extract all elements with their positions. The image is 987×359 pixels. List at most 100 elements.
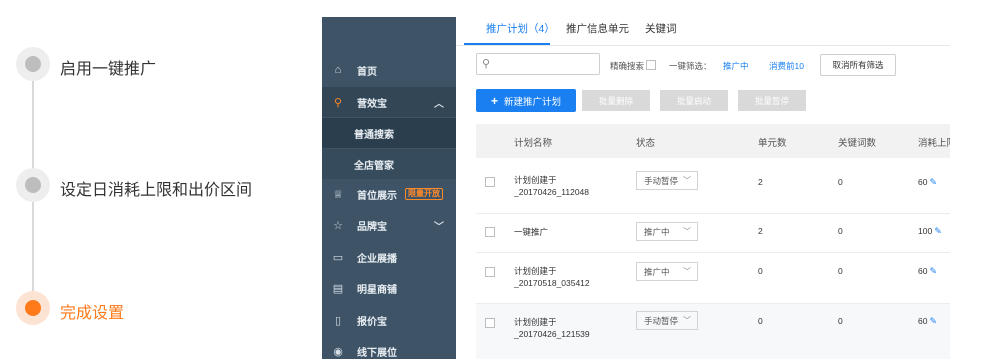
edit-pencil-icon[interactable]: ✎: [934, 226, 942, 236]
row-checkbox[interactable]: [485, 267, 495, 277]
plan-name-line1: 计划创建于: [514, 317, 557, 327]
keyword-count: 0: [838, 266, 843, 276]
sidebar-item-enterprise-broadcast[interactable]: ▭ 企业展播: [322, 242, 456, 272]
table-row: 计划创建于 _20170426_121539 手动暂停 ﹀ 0 0 60 ✎: [476, 304, 950, 359]
plan-name-line1: 一键推广: [514, 227, 549, 237]
header-status: 状态: [636, 138, 656, 149]
sidebar-item-offline-booth[interactable]: ◉ 线下展位: [322, 336, 456, 359]
step-3-dot-icon: [16, 291, 50, 325]
sidebar-item-top-display[interactable]: ♕ 首位展示 限量开放: [322, 179, 456, 209]
sidebar-item-home[interactable]: ⌂ 首页: [322, 55, 456, 85]
status-select[interactable]: 推广中 ﹀: [636, 262, 698, 281]
plan-name[interactable]: 计划创建于 _20170426_121539: [514, 316, 590, 340]
tabs-divider: [456, 45, 950, 46]
sidebar: ⌂ 首页 ⚲ 营效宝 ︿ 普通搜索 全店管家 ♕ 首位展示 限量开放 ☆ 品牌宝…: [322, 17, 456, 359]
status-value: 手动暂停: [644, 315, 679, 326]
sidebar-item-label: 首位展示: [357, 190, 397, 202]
location-icon: ◉: [333, 345, 343, 358]
chevron-up-icon: ︿: [434, 99, 444, 110]
spend-limit: 60 ✎: [918, 316, 937, 327]
app-screenshot: ⌂ 首页 ⚲ 营效宝 ︿ 普通搜索 全店管家 ♕ 首位展示 限量开放 ☆ 品牌宝…: [322, 17, 950, 359]
sidebar-item-star-store[interactable]: ▤ 明星商铺: [322, 273, 456, 303]
limited-badge: 限量开放: [405, 188, 443, 200]
main-content: 推广计划（4） 推广信息单元 关键词 ⚲ 精确搜索 一键筛选： 推广中 消费前1…: [456, 17, 950, 359]
step-1-label: 启用一键推广: [60, 61, 157, 78]
exact-search-label: 精确搜索: [610, 61, 645, 71]
spend-limit-value: 100: [918, 226, 933, 236]
plan-name[interactable]: 一键推广: [514, 226, 548, 238]
chevron-down-icon: ﹀: [683, 267, 691, 276]
sidebar-item-label: 全店管家: [354, 160, 394, 172]
chevron-down-icon: ﹀: [683, 176, 691, 185]
brand-icon: ☆: [333, 219, 343, 232]
edit-pencil-icon[interactable]: ✎: [929, 266, 937, 276]
status-select[interactable]: 手动暂停 ﹀: [636, 171, 698, 190]
sidebar-item-label: 线下展位: [357, 347, 397, 359]
batch-delete-button[interactable]: 批量删除: [582, 90, 650, 111]
sidebar-item-label: 企业展播: [357, 253, 397, 265]
search-icon: ⚲: [333, 96, 343, 109]
plan-name-line2: _20170426_112048: [514, 187, 590, 197]
batch-pause-button[interactable]: 批量暂停: [738, 90, 806, 111]
keyword-count: 0: [838, 316, 843, 326]
unit-count: 0: [758, 266, 763, 276]
edit-pencil-icon[interactable]: ✎: [929, 316, 937, 326]
header-limit: 消耗上限: [918, 138, 950, 149]
sidebar-item-store-manager[interactable]: 全店管家: [322, 149, 456, 179]
search-input[interactable]: ⚲: [476, 53, 600, 75]
header-keywords: 关键词数: [838, 138, 877, 149]
sidebar-item-label: 首页: [357, 66, 377, 78]
chevron-down-icon: ﹀: [683, 227, 691, 236]
plan-name-line1: 计划创建于: [514, 266, 557, 276]
header-plan-name: 计划名称: [514, 138, 553, 149]
edit-pencil-icon[interactable]: ✎: [929, 177, 937, 187]
clear-filters-button[interactable]: 取消所有筛选: [820, 54, 896, 76]
sidebar-item-label: 品牌宝: [357, 221, 387, 233]
filter-promoting-link[interactable]: 推广中: [723, 60, 749, 72]
row-checkbox[interactable]: [485, 318, 495, 328]
sidebar-item-label: 明星商铺: [357, 284, 397, 296]
sidebar-item-quote[interactable]: ▯ 报价宝: [322, 305, 456, 335]
header-units: 单元数: [758, 138, 787, 149]
spend-limit: 60 ✎: [918, 177, 937, 188]
table-row: 计划创建于 _20170426_112048 手动暂停 ﹀ 2 0 60 ✎: [476, 158, 950, 213]
plus-icon: +: [490, 93, 498, 108]
new-plan-button[interactable]: + 新建推广计划: [476, 89, 576, 112]
unit-count: 2: [758, 226, 763, 236]
plan-name-line2: _20170426_121539: [514, 329, 590, 339]
step-indicator: 启用一键推广 设定日消耗上限和出价区间 完成设置: [0, 0, 300, 359]
filter-top10-link[interactable]: 消费前10: [769, 60, 804, 72]
tab-keywords[interactable]: 关键词: [645, 21, 677, 36]
monitor-icon: ▭: [332, 251, 344, 264]
step-1-dot-icon: [16, 47, 50, 81]
spend-limit: 100 ✎: [918, 226, 942, 237]
sidebar-item-yingxiaobao[interactable]: ⚲ 营效宝 ︿: [322, 87, 456, 117]
plan-name[interactable]: 计划创建于 _20170518_035412: [514, 265, 590, 289]
exact-search-checkbox[interactable]: [646, 60, 656, 70]
search-icon: ⚲: [482, 58, 491, 70]
tab-promotion-units[interactable]: 推广信息单元: [566, 21, 629, 36]
unit-count: 0: [758, 316, 763, 326]
row-checkbox[interactable]: [485, 227, 495, 237]
unit-count: 2: [758, 177, 763, 187]
status-value: 手动暂停: [644, 175, 679, 186]
step-2-dot-icon: [16, 168, 50, 202]
spend-limit-value: 60: [918, 316, 928, 326]
store-icon: ▤: [332, 282, 344, 295]
home-icon: ⌂: [334, 64, 342, 76]
tab-promotion-plans[interactable]: 推广计划（4）: [486, 21, 555, 36]
status-select[interactable]: 手动暂停 ﹀: [636, 311, 698, 330]
batch-start-button[interactable]: 批量启动: [660, 90, 728, 111]
sidebar-item-label: 报价宝: [357, 316, 387, 328]
sidebar-item-brand[interactable]: ☆ 品牌宝 ﹀: [322, 210, 456, 240]
plan-name[interactable]: 计划创建于 _20170426_112048: [514, 174, 589, 198]
new-plan-label: 新建推广计划: [504, 96, 562, 108]
status-select[interactable]: 推广中 ﹀: [636, 222, 698, 241]
table-header: 计划名称 状态 单元数 关键词数 消耗上限: [476, 124, 950, 158]
status-value: 推广中: [644, 266, 670, 277]
row-checkbox[interactable]: [485, 177, 495, 187]
keyword-count: 0: [838, 226, 843, 236]
status-value: 推广中: [644, 226, 670, 237]
sidebar-item-normal-search[interactable]: 普通搜索: [322, 118, 456, 148]
table-row: 一键推广 推广中 ﹀ 2 0 100 ✎: [476, 214, 950, 252]
